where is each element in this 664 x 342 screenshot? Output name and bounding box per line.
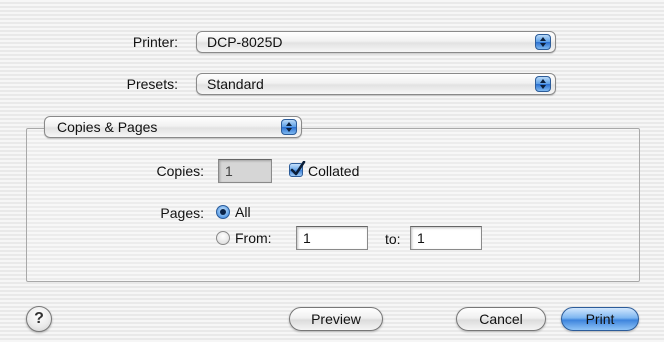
question-mark-icon: ?	[34, 310, 44, 327]
printer-popup[interactable]: DCP-8025D	[196, 31, 556, 53]
presets-label: Presets:	[126, 76, 178, 92]
printer-label: Printer:	[132, 34, 178, 50]
pages-all-label: All	[235, 204, 251, 220]
panel-popup[interactable]: Copies & Pages	[44, 116, 302, 138]
help-button[interactable]: ?	[26, 306, 52, 332]
cancel-button[interactable]: Cancel	[456, 307, 546, 331]
presets-value: Standard	[207, 76, 264, 92]
collated-label: Collated	[308, 163, 360, 179]
pages-to-label: to:	[385, 231, 401, 247]
presets-popup[interactable]: Standard	[196, 73, 556, 95]
up-down-arrows-icon	[281, 119, 297, 135]
checkmark-icon	[290, 161, 306, 176]
pages-to-input[interactable]	[410, 226, 482, 250]
print-button[interactable]: Print	[561, 307, 639, 331]
copies-label: Copies:	[156, 163, 204, 179]
pages-all-radio[interactable]	[216, 205, 230, 219]
up-down-arrows-icon	[535, 76, 551, 92]
printer-value: DCP-8025D	[207, 34, 283, 50]
pages-from-input[interactable]	[296, 226, 368, 250]
collated-checkbox[interactable]	[289, 161, 306, 177]
pages-from-radio[interactable]	[216, 231, 230, 245]
preview-button[interactable]: Preview	[289, 307, 383, 331]
up-down-arrows-icon	[535, 34, 551, 50]
pages-from-label: From:	[235, 230, 272, 246]
pages-label: Pages:	[160, 205, 204, 221]
panel-value: Copies & Pages	[57, 119, 158, 135]
copies-input[interactable]	[218, 159, 272, 183]
